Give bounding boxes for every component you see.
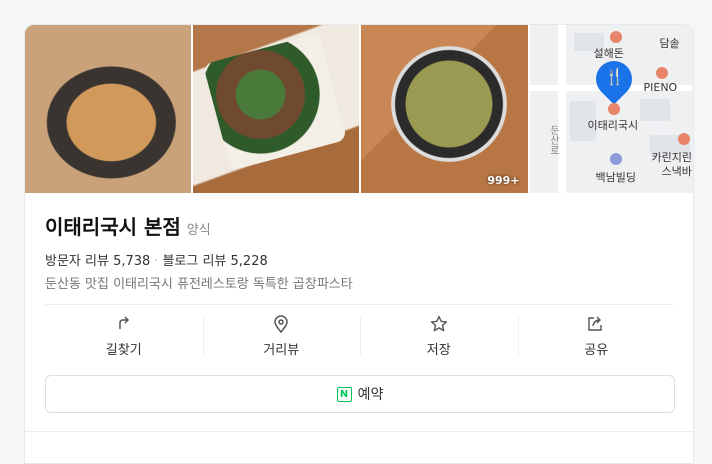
review-separator: · [154, 254, 159, 269]
map-label-seolhaedon: 설해돈 [593, 47, 624, 60]
map-label-damsot: 담솥 [659, 37, 680, 50]
map-thumbnail[interactable]: 담솥 설해돈 PIENO 🍴 이태리국시 카린지린 스낵바 백남빌딩 둔산로 [529, 25, 693, 193]
map-road-label: 둔산로 [547, 125, 559, 155]
share-button[interactable]: 공유 [517, 309, 676, 363]
location-pin-icon [273, 314, 289, 333]
map-label-snackbar: 스낵바 [661, 165, 692, 178]
share-label: 공유 [584, 342, 609, 358]
blog-review-count: 5,228 [230, 254, 268, 269]
place-description: 둔산동 맛집 이태리국시 퓨전레스토랑 독특한 곱창파스타 [45, 277, 353, 292]
visitor-review-link[interactable]: 방문자 리뷰 5,738 [45, 254, 150, 269]
reserve-label: 예약 [357, 387, 384, 403]
directions-icon [116, 315, 132, 333]
directions-label: 길찾기 [105, 342, 142, 358]
save-label: 저장 [426, 342, 451, 358]
star-icon [430, 315, 448, 333]
review-summary: 방문자 리뷰 5,738 · 블로그 리뷰 5,228 [45, 250, 675, 269]
photo-gallery: 999+ 담솥 설해돈 PIENO 🍴 이태리국시 카린지린 스낵바 백남빌딩 … [25, 25, 693, 193]
save-button[interactable]: 저장 [360, 309, 518, 363]
place-category: 양식 [186, 223, 211, 238]
food-photo-3[interactable]: 999+ [361, 25, 528, 193]
action-bar: 길찾기 거리뷰 저장 공유 [45, 309, 675, 363]
place-name[interactable]: 이태리국시 본점 [45, 211, 181, 240]
restaurant-icon: 🍴 [604, 67, 625, 86]
place-card: 999+ 담솥 설해돈 PIENO 🍴 이태리국시 카린지린 스낵바 백남빌딩 … [24, 24, 694, 464]
share-icon [587, 315, 605, 333]
reserve-button[interactable]: N 예약 [45, 375, 675, 413]
map-label-pieno: PIENO [643, 81, 678, 94]
food-photo-2[interactable] [192, 25, 359, 193]
blog-review-link[interactable]: 블로그 리뷰 5,228 [162, 254, 267, 269]
divider [45, 304, 673, 305]
food-photo-1[interactable] [25, 25, 191, 193]
photo-count-badge: 999+ [487, 174, 520, 187]
place-info: 이태리국시 본점 양식 방문자 리뷰 5,738 · 블로그 리뷰 5,228 둔산… [25, 193, 693, 292]
street-view-button[interactable]: 거리뷰 [202, 309, 361, 363]
bottom-divider [25, 431, 693, 432]
map-label-baeknam: 백남빌딩 [595, 171, 636, 184]
map-label-selected: 이태리국시 [587, 119, 639, 132]
naver-booking-icon: N [336, 386, 352, 402]
directions-button[interactable]: 길찾기 [45, 309, 203, 363]
visitor-review-count: 5,738 [113, 254, 151, 269]
street-view-label: 거리뷰 [263, 342, 300, 358]
